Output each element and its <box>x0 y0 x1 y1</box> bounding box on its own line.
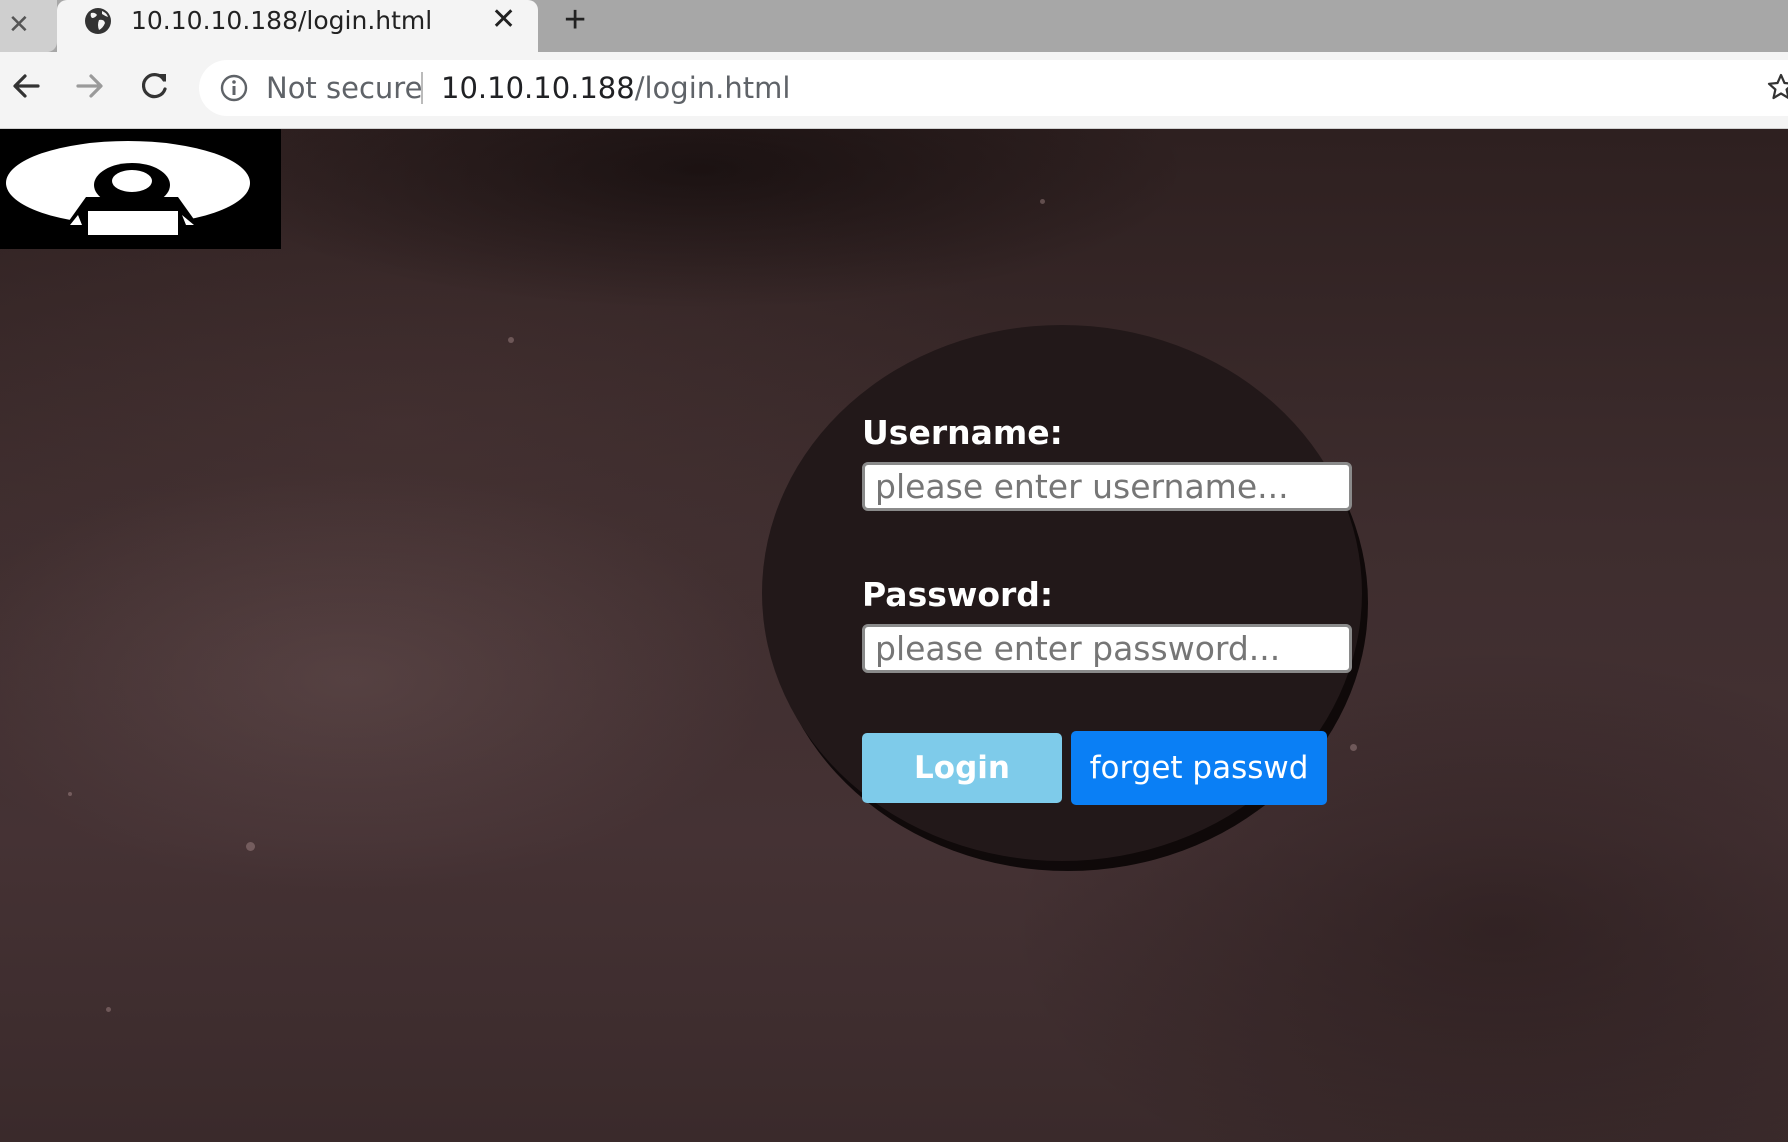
texture-speck <box>106 1007 111 1012</box>
forward-arrow-icon[interactable] <box>70 66 110 106</box>
tab-title: 10.10.10.188/login.html <box>131 6 433 35</box>
password-input[interactable] <box>862 624 1352 673</box>
texture-speck <box>68 792 72 796</box>
url-host: 10.10.10.188 <box>441 71 635 105</box>
username-label: Username: <box>862 413 1063 452</box>
globe-icon <box>85 8 111 34</box>
browser-tab-previous[interactable]: ✕ <box>0 0 57 52</box>
texture-speck <box>1350 744 1357 751</box>
forget-password-button[interactable]: forget passwd <box>1071 731 1327 805</box>
texture-speck <box>1040 199 1045 204</box>
page-content: Username: Password: Login forget passwd <box>0 129 1788 1142</box>
browser-tab-active[interactable]: 10.10.10.188/login.html ✕ <box>57 0 538 60</box>
browser-tab-strip: ✕ 10.10.10.188/login.html ✕ + <box>0 0 1788 60</box>
new-tab-icon[interactable]: + <box>564 0 586 40</box>
texture-speck <box>508 337 514 343</box>
texture-speck <box>246 842 255 851</box>
back-arrow-icon[interactable] <box>6 66 46 106</box>
login-button[interactable]: Login <box>862 733 1062 803</box>
browser-toolbar: Not secure 10.10.10.188/login.html <box>0 52 1788 129</box>
divider <box>421 72 423 104</box>
username-input[interactable] <box>862 462 1352 511</box>
address-bar[interactable]: Not secure 10.10.10.188/login.html <box>199 60 1788 116</box>
info-icon[interactable] <box>219 73 249 103</box>
bookmark-star-icon[interactable] <box>1766 72 1788 102</box>
close-icon[interactable]: ✕ <box>8 6 30 42</box>
hacker-logo-icon <box>6 141 250 235</box>
site-logo <box>0 129 281 249</box>
password-label: Password: <box>862 575 1054 614</box>
url-text[interactable]: 10.10.10.188/login.html <box>441 70 790 106</box>
url-path: /login.html <box>634 71 791 105</box>
reload-icon[interactable] <box>134 66 174 106</box>
close-icon[interactable]: ✕ <box>491 2 516 38</box>
security-label: Not secure <box>266 71 423 105</box>
